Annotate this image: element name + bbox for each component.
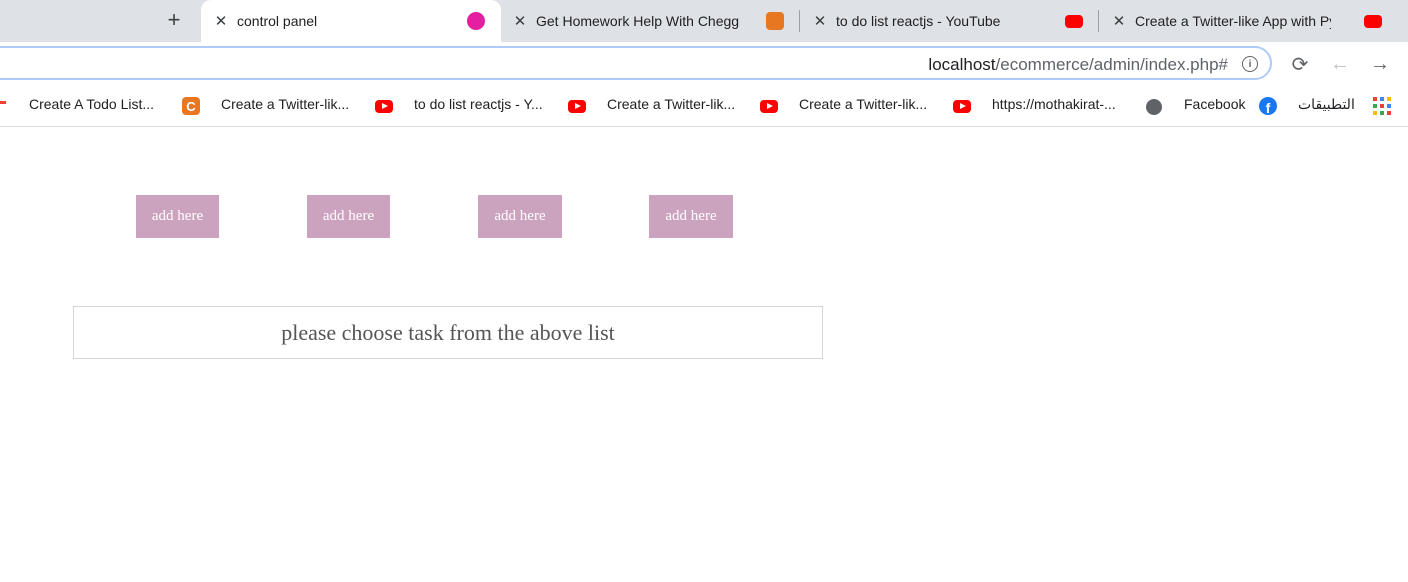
back-icon[interactable]: ←: [1328, 52, 1352, 76]
bookmark-item[interactable]: Create a Twitter-lik...: [221, 96, 349, 112]
wamp-icon: [467, 12, 485, 30]
facebook-icon[interactable]: f: [1259, 97, 1277, 115]
bookmark-item[interactable]: Create A Todo List...: [29, 96, 154, 112]
youtube-icon[interactable]: [375, 100, 393, 113]
bookmark-item[interactable]: to do list reactjs - Y...: [414, 96, 543, 112]
tab-title: control panel: [237, 13, 318, 29]
add-here-button[interactable]: add here: [307, 195, 390, 238]
youtube-icon[interactable]: [760, 100, 778, 113]
close-icon[interactable]: ✕: [213, 13, 229, 30]
reload-icon[interactable]: ⟳: [1288, 52, 1312, 76]
youtube-icon[interactable]: [953, 100, 971, 113]
tab-title: Get Homework Help With Chegg: [536, 13, 740, 29]
chegg-icon: [766, 12, 784, 30]
globe-icon[interactable]: [1146, 99, 1162, 115]
bookmarks-bar: Create A Todo List... C Create a Twitter…: [0, 86, 1408, 127]
close-icon[interactable]: ✕: [812, 13, 828, 30]
add-here-button[interactable]: add here: [478, 195, 562, 238]
gmail-icon[interactable]: [0, 101, 6, 114]
url-path: /ecommerce/admin/index.php#: [995, 55, 1228, 74]
bookmark-item-apps[interactable]: التطبيقات: [1298, 96, 1355, 113]
chegg-icon[interactable]: C: [182, 97, 200, 115]
forward-icon[interactable]: →: [1368, 52, 1392, 76]
bookmark-item[interactable]: Create a Twitter-lik...: [799, 96, 927, 112]
add-here-button[interactable]: add here: [136, 195, 219, 238]
close-icon[interactable]: ✕: [512, 13, 528, 30]
bookmark-item[interactable]: Facebook: [1184, 96, 1245, 112]
bookmark-item[interactable]: Create a Twitter-lik...: [607, 96, 735, 112]
task-notice: please choose task from the above list: [73, 306, 823, 359]
url-host: localhost: [928, 55, 996, 74]
tab-title: to do list reactjs - YouTube: [836, 13, 1001, 29]
youtube-icon: [1065, 15, 1083, 28]
site-info-icon[interactable]: i: [1242, 56, 1258, 72]
url-text[interactable]: localhost/ecommerce/admin/index.php#: [928, 55, 1228, 75]
bookmark-item[interactable]: https://mothakirat-...: [992, 96, 1116, 112]
youtube-icon[interactable]: [568, 100, 586, 113]
tab-title: Create a Twitter-like App with Pyt: [1135, 13, 1331, 29]
add-here-button[interactable]: add here: [649, 195, 733, 238]
apps-grid-icon[interactable]: [1373, 97, 1391, 115]
tab-youtube[interactable]: ✕ to do list reactjs - YouTube: [800, 0, 1090, 42]
tab-chegg[interactable]: ✕ Get Homework Help With Chegg: [500, 0, 790, 42]
tab-twitter-app[interactable]: ✕ Create a Twitter-like App with Pyt: [1099, 0, 1408, 42]
new-tab-button[interactable]: +: [162, 8, 186, 32]
close-icon[interactable]: ✕: [1111, 13, 1127, 30]
tab-strip: + ✕ control panel ✕ Get Homework Help Wi…: [0, 0, 1408, 42]
toolbar: localhost/ecommerce/admin/index.php# i ⟳…: [0, 42, 1408, 86]
youtube-icon: [1364, 15, 1382, 28]
tab-control-panel[interactable]: ✕ control panel: [201, 0, 501, 42]
address-bar[interactable]: localhost/ecommerce/admin/index.php# i: [0, 46, 1272, 80]
